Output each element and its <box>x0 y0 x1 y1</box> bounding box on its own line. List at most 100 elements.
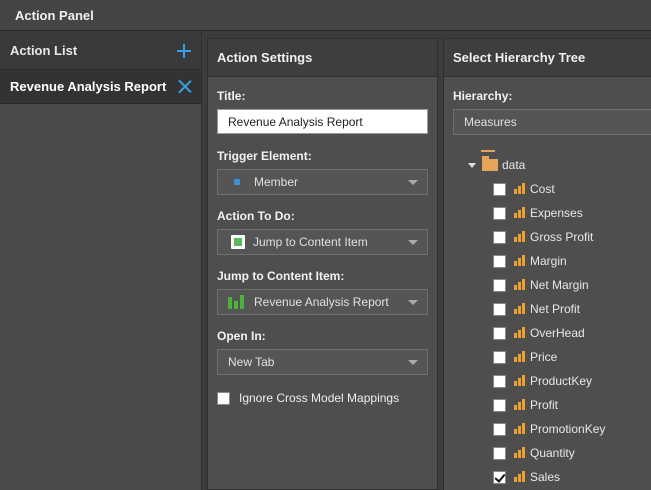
chevron-down-icon <box>408 360 418 365</box>
measure-item[interactable]: Net Profit <box>493 301 580 317</box>
measure-item[interactable]: Gross Profit <box>493 229 593 245</box>
hierarchy-select[interactable]: Measures <box>453 109 651 135</box>
measure-label: Quantity <box>530 446 575 460</box>
measure-checkbox[interactable] <box>493 446 506 460</box>
measure-label: Expenses <box>530 206 583 220</box>
measure-item[interactable]: Cost <box>493 181 555 197</box>
title-field-group: Title: <box>217 89 428 134</box>
chevron-down-icon <box>408 180 418 185</box>
tree-root[interactable]: data <box>468 156 526 173</box>
measure-icon <box>514 207 525 218</box>
measure-item[interactable]: Net Margin <box>493 277 589 293</box>
measure-icon <box>514 279 525 290</box>
jump-field-group: Jump to Content Item: Revenue Analysis R… <box>217 269 428 315</box>
action-settings-header: Action Settings <box>208 39 437 77</box>
measure-checkbox[interactable] <box>493 470 506 484</box>
measure-checkbox[interactable] <box>493 398 506 412</box>
action-settings-panel: Action Settings Title: Trigger Element: … <box>207 38 438 490</box>
measure-item[interactable]: Price <box>493 349 557 365</box>
jump-label: Jump to Content Item: <box>217 269 345 283</box>
title-input[interactable] <box>217 109 428 134</box>
measure-label: Profit <box>530 398 559 412</box>
measure-checkbox[interactable] <box>493 182 506 196</box>
action-value: Jump to Content Item <box>253 235 368 249</box>
measure-label: PromotionKey <box>530 422 606 436</box>
measure-label: Gross Profit <box>530 230 594 244</box>
measure-label: ProductKey <box>530 374 593 388</box>
measure-icon <box>514 303 525 314</box>
tree-line-icon <box>481 150 495 152</box>
measure-checkbox[interactable] <box>493 422 506 436</box>
member-icon <box>234 179 240 185</box>
expand-caret-icon[interactable] <box>468 162 476 168</box>
ignore-mappings-label: Ignore Cross Model Mappings <box>239 391 400 405</box>
open-select[interactable]: New Tab <box>217 349 428 375</box>
action-list-item[interactable]: Revenue Analysis Report <box>0 70 201 104</box>
measure-label: Sales <box>530 470 561 484</box>
measure-label: Cost <box>530 182 555 196</box>
measure-checkbox[interactable] <box>493 350 506 364</box>
measure-checkbox[interactable] <box>493 206 506 220</box>
jump-content-icon <box>231 235 245 249</box>
measure-icon <box>514 183 525 194</box>
measure-icon <box>514 375 525 386</box>
action-list-header: Action List <box>0 32 201 70</box>
hierarchy-label: Hierarchy: <box>453 89 513 103</box>
measure-label: OverHead <box>530 326 585 340</box>
measure-icon <box>514 255 525 266</box>
ignore-mappings-row: Ignore Cross Model Mappings <box>217 391 399 405</box>
measure-label: Net Margin <box>530 278 589 292</box>
measure-icon <box>514 327 525 338</box>
measure-icon <box>514 447 525 458</box>
measure-item[interactable]: ProductKey <box>493 373 592 389</box>
measure-item[interactable]: Margin <box>493 253 567 269</box>
measure-item[interactable]: PromotionKey <box>493 421 605 437</box>
chevron-down-icon <box>408 300 418 305</box>
hierarchy-panel: Select Hierarchy Tree Hierarchy: Measure… <box>443 38 651 490</box>
measure-label: Price <box>530 350 558 364</box>
open-value: New Tab <box>228 355 275 369</box>
measure-item[interactable]: OverHead <box>493 325 585 341</box>
measure-checkbox[interactable] <box>493 374 506 388</box>
measure-item[interactable]: Profit <box>493 397 558 413</box>
measure-icon <box>514 231 525 242</box>
hierarchy-header: Select Hierarchy Tree <box>444 39 651 77</box>
measure-item[interactable]: Expenses <box>493 205 583 221</box>
ignore-mappings-checkbox[interactable] <box>217 391 230 405</box>
trigger-select[interactable]: Member <box>217 169 428 195</box>
trigger-label: Trigger Element: <box>217 149 312 163</box>
tree-root-label: data <box>502 158 526 172</box>
title-label: Title: <box>217 89 246 103</box>
window-title: Action Panel <box>0 0 651 31</box>
measure-checkbox[interactable] <box>493 254 506 268</box>
action-list-title: Action List <box>10 43 78 58</box>
action-select[interactable]: Jump to Content Item <box>217 229 428 255</box>
jump-value: Revenue Analysis Report <box>254 295 389 309</box>
measure-checkbox[interactable] <box>493 326 506 340</box>
action-label: Action To Do: <box>217 209 295 223</box>
measure-icon <box>514 399 525 410</box>
action-list-panel: Action List Revenue Analysis Report <box>0 32 202 490</box>
report-chart-icon <box>228 295 246 309</box>
measure-checkbox[interactable] <box>493 278 506 292</box>
remove-action-icon[interactable] <box>178 80 191 93</box>
measure-icon <box>514 351 525 362</box>
measure-label: Margin <box>530 254 567 268</box>
measure-item[interactable]: Quantity <box>493 445 575 461</box>
measure-checkbox[interactable] <box>493 302 506 316</box>
measure-icon <box>514 471 525 482</box>
measure-label: Net Profit <box>530 302 581 316</box>
chevron-down-icon <box>408 240 418 245</box>
action-list-item-label: Revenue Analysis Report <box>10 79 167 94</box>
open-label: Open In: <box>217 329 266 343</box>
action-field-group: Action To Do: Jump to Content Item <box>217 209 428 255</box>
measure-checkbox[interactable] <box>493 230 506 244</box>
add-action-icon[interactable] <box>177 43 191 58</box>
measure-icon <box>514 423 525 434</box>
jump-select[interactable]: Revenue Analysis Report <box>217 289 428 315</box>
measure-item[interactable]: Sales <box>493 469 560 485</box>
hierarchy-field-group: Hierarchy: Measures <box>453 89 651 135</box>
folder-icon <box>482 156 498 171</box>
trigger-value: Member <box>254 175 299 189</box>
hierarchy-value: Measures <box>464 115 517 129</box>
